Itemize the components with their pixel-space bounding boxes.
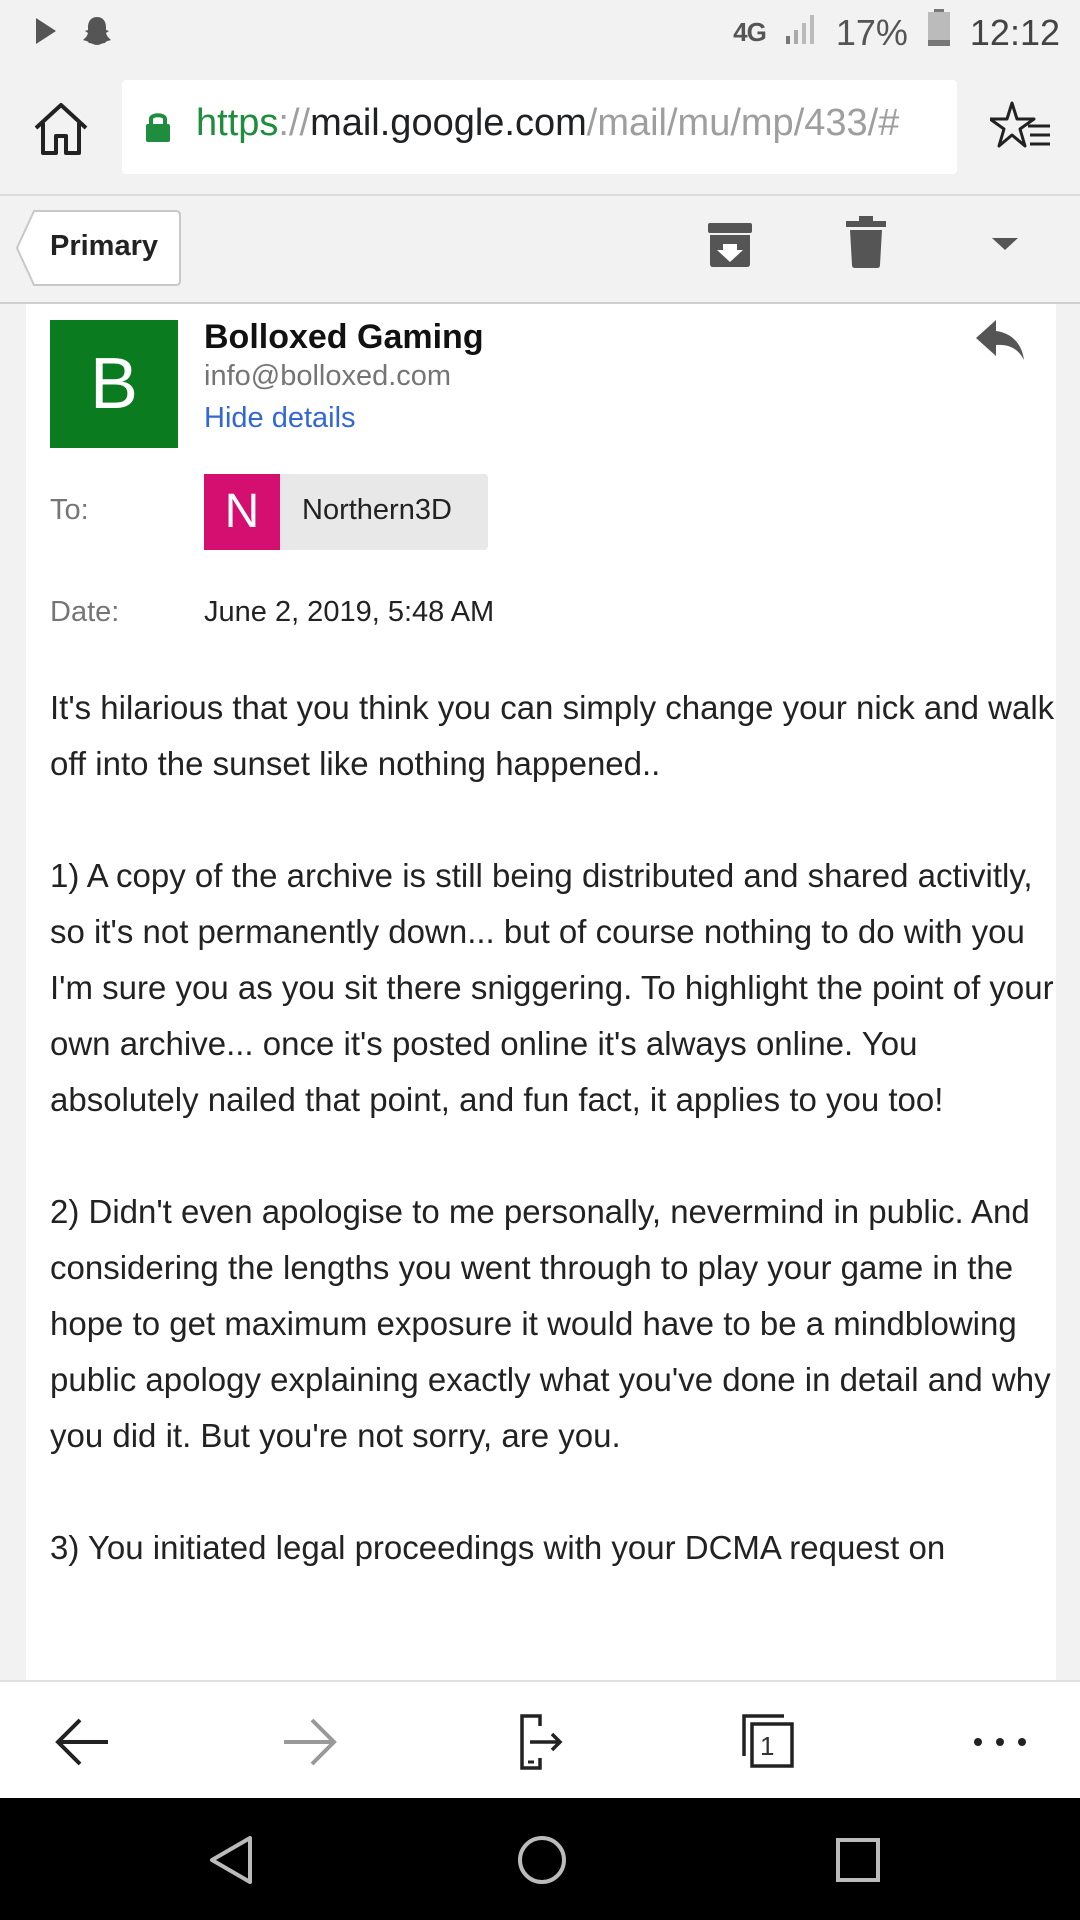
mail-toolbar: Primary	[0, 196, 1080, 304]
browser-address-bar: https://mail.google.com/mail/mu/mp/433/#	[0, 62, 1080, 196]
snapchat-icon	[80, 14, 114, 53]
android-nav-bar	[0, 1798, 1080, 1920]
tabs-button[interactable]: 1	[740, 1712, 800, 1772]
email-body: It's hilarious that you think you can si…	[50, 680, 1056, 1632]
recipient-chip[interactable]: N Northern3D	[204, 474, 488, 550]
primary-back-button[interactable]: Primary	[16, 210, 181, 286]
email-paragraph: It's hilarious that you think you can si…	[50, 689, 1055, 782]
forward-arrow-icon	[280, 1718, 340, 1776]
more-actions-button[interactable]	[988, 232, 1022, 256]
favorites-icon	[988, 101, 1052, 160]
date-value: June 2, 2019, 5:48 AM	[204, 596, 495, 628]
tab-count: 1	[760, 1731, 775, 1761]
nav-back-icon	[202, 1836, 262, 1894]
browser-bottom-bar: 1	[0, 1680, 1080, 1800]
email-paragraph: 3) You initiated legal proceedings with …	[50, 1529, 946, 1566]
email-card: B Bolloxed Gaming info@bolloxed.com Hide…	[26, 304, 1056, 1680]
archive-icon	[705, 223, 755, 274]
email-paragraph: 2) Didn't even apologise to me personall…	[50, 1193, 1051, 1454]
nav-recents-icon	[828, 1838, 888, 1894]
home-button[interactable]	[30, 98, 92, 160]
reply-button[interactable]	[974, 318, 1026, 362]
status-left-icons	[34, 14, 114, 53]
signal-icon	[784, 10, 818, 55]
url-field[interactable]: https://mail.google.com/mail/mu/mp/433/#	[122, 80, 957, 174]
recipient-name: Northern3D	[302, 494, 452, 526]
nav-recents-button[interactable]	[828, 1830, 888, 1890]
url-text: https://mail.google.com/mail/mu/mp/433/#	[196, 102, 900, 144]
play-icon	[34, 16, 58, 51]
sender-email: info@bolloxed.com	[204, 360, 452, 392]
delete-button[interactable]	[846, 216, 886, 268]
sender-name: Bolloxed Gaming	[204, 318, 484, 356]
delete-icon	[846, 216, 886, 272]
status-right-icons: 4G 17% 12:12	[733, 8, 1060, 57]
nav-back-button[interactable]	[202, 1830, 262, 1890]
favorites-button[interactable]	[988, 100, 1052, 156]
to-label: To:	[50, 494, 89, 526]
recipient-avatar: N	[204, 474, 280, 550]
battery-icon	[926, 8, 952, 57]
date-label: Date:	[50, 596, 120, 628]
clock: 12:12	[969, 11, 1060, 53]
chevron-down-icon	[988, 238, 1022, 260]
status-bar: 4G 17% 12:12	[0, 0, 1080, 62]
primary-label: Primary	[50, 230, 159, 262]
nav-home-button[interactable]	[512, 1830, 572, 1890]
battery-percent: 17%	[835, 11, 908, 53]
back-arrow-icon	[52, 1718, 112, 1776]
network-type: 4G	[733, 17, 767, 47]
share-icon	[510, 1714, 570, 1776]
hide-details-link[interactable]: Hide details	[204, 402, 356, 435]
forward-button[interactable]	[280, 1712, 340, 1772]
archive-button[interactable]	[705, 220, 755, 270]
more-icon	[970, 1738, 1030, 1776]
more-button[interactable]	[970, 1712, 1030, 1772]
nav-home-icon	[512, 1836, 572, 1894]
sender-avatar: B	[50, 320, 178, 448]
lock-icon	[144, 110, 172, 149]
share-button[interactable]	[510, 1712, 570, 1772]
back-button[interactable]	[52, 1712, 112, 1772]
email-paragraph: 1) A copy of the archive is still being …	[50, 857, 1054, 1118]
reply-icon	[974, 320, 1026, 366]
home-icon	[30, 103, 92, 164]
